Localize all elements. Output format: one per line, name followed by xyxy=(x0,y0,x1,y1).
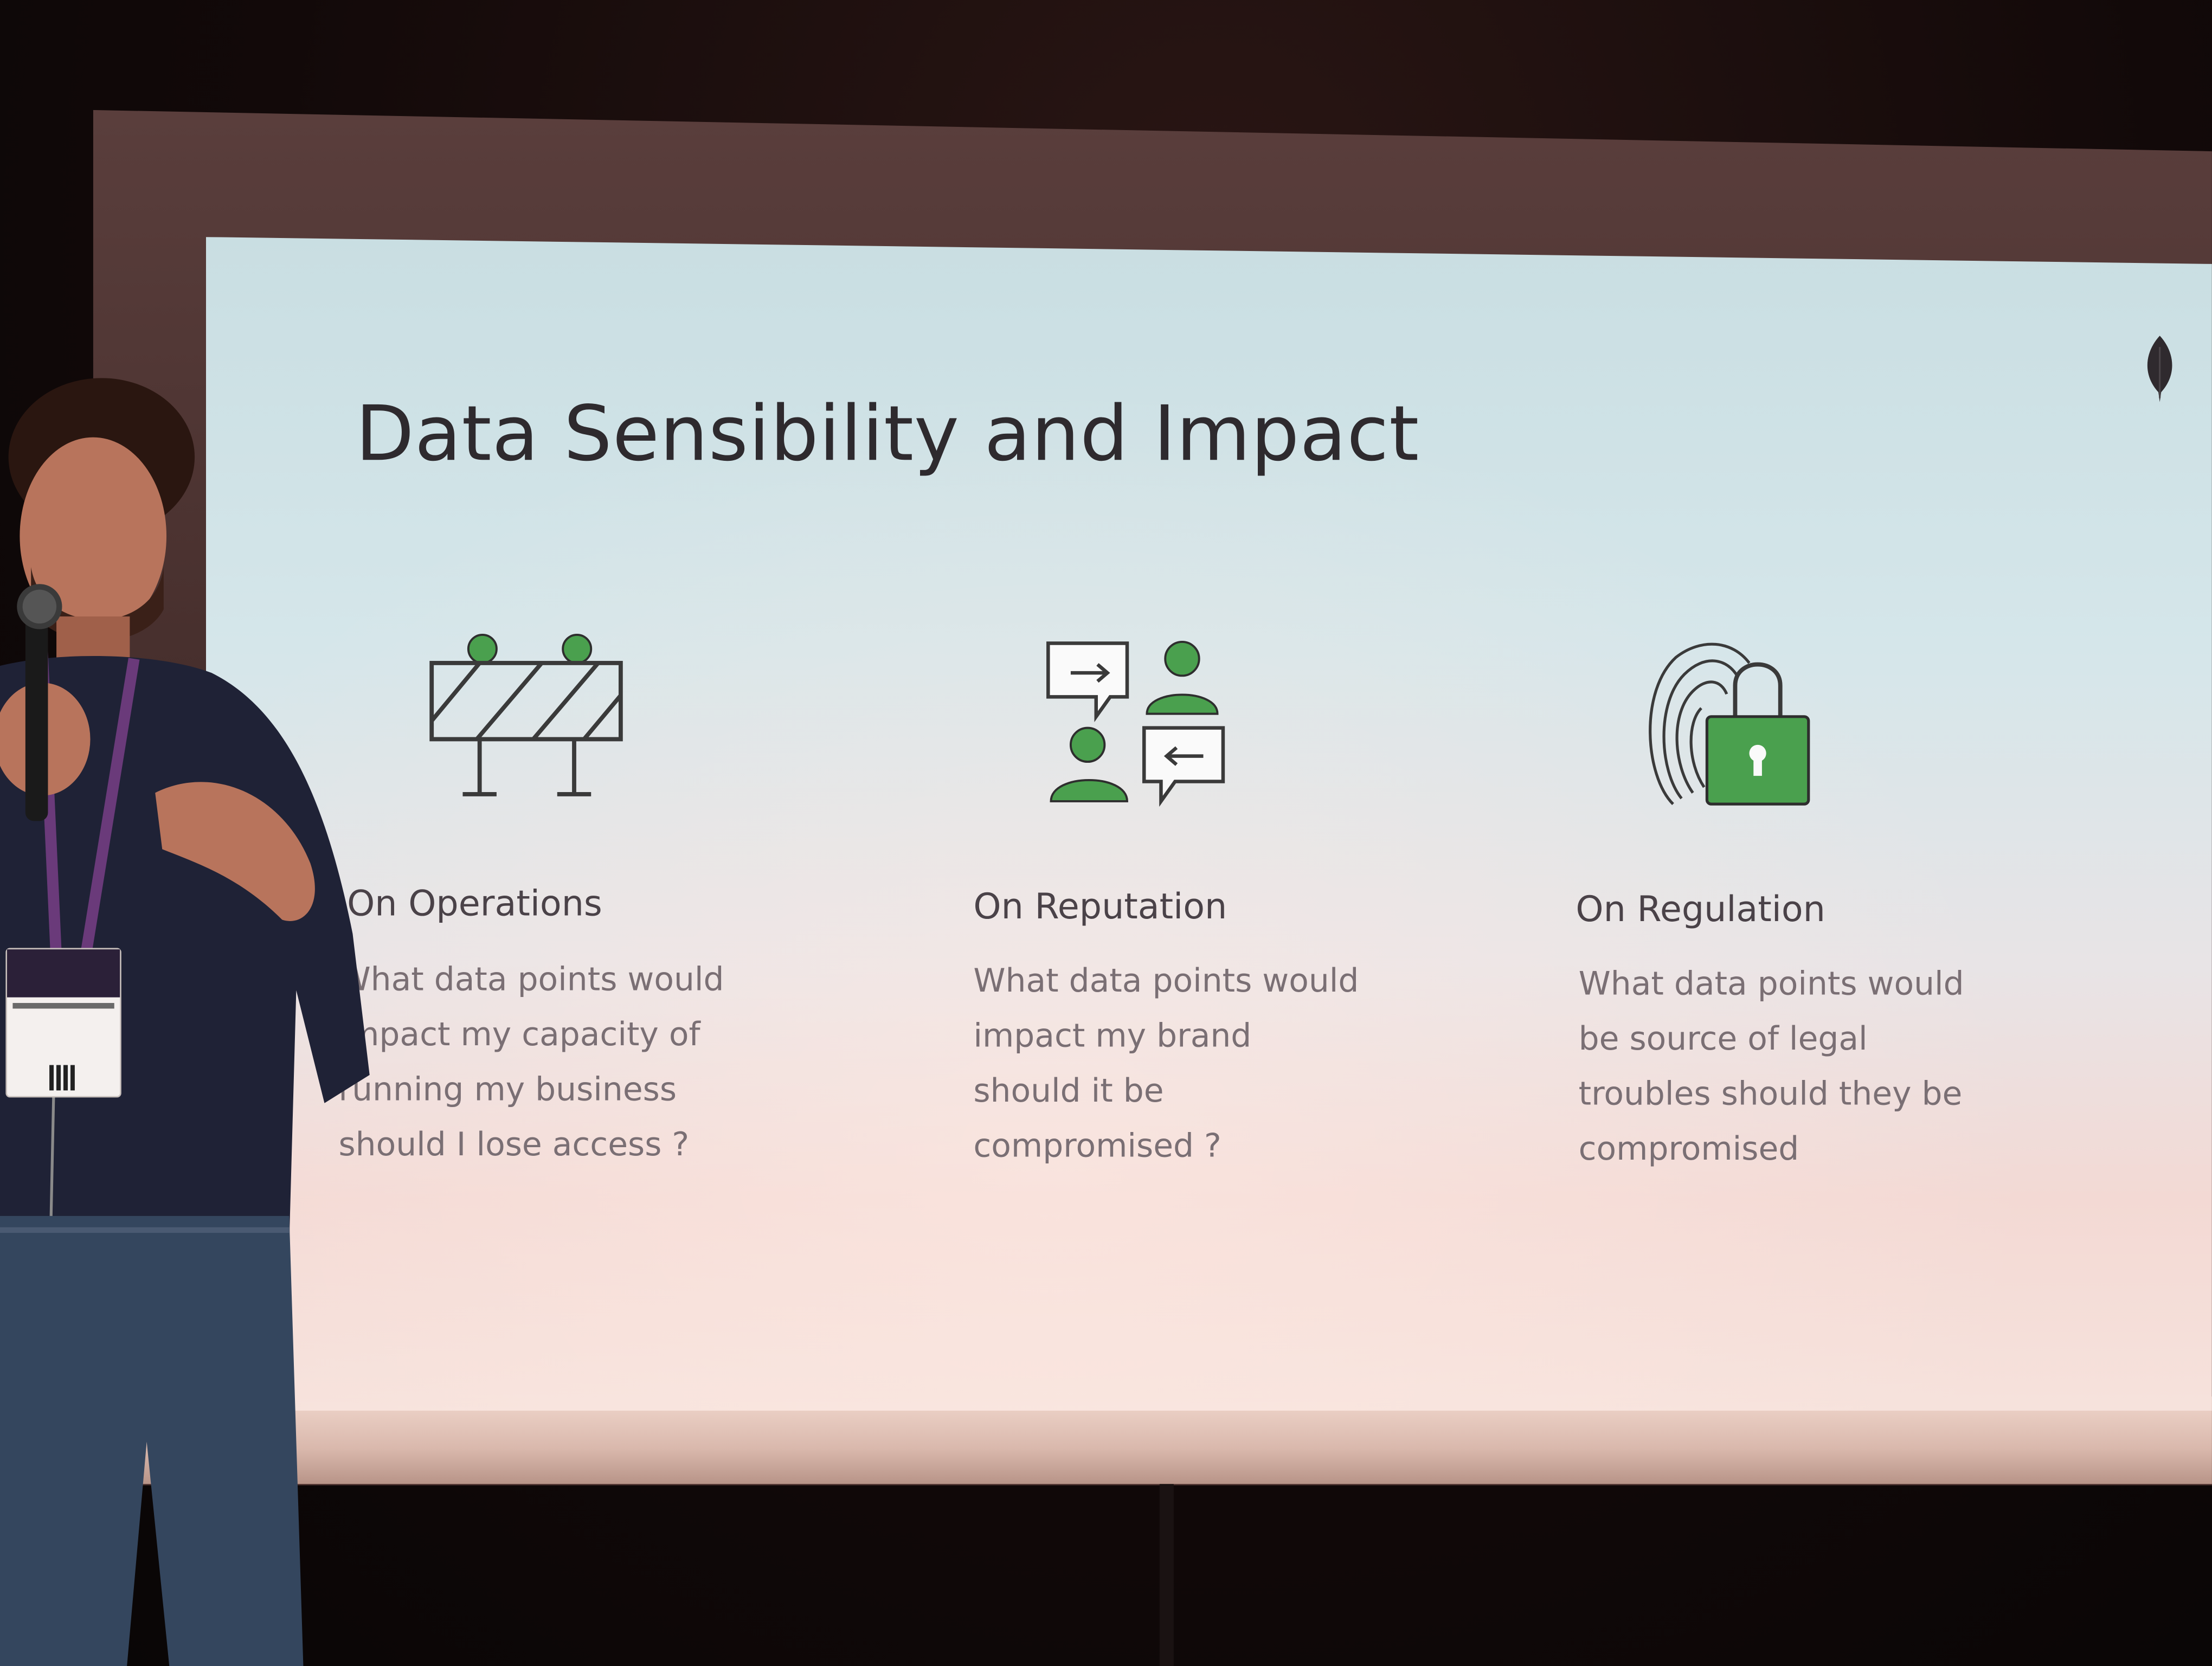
screen-stand-pole xyxy=(1159,1484,1174,1666)
people-exchange-icon xyxy=(1046,640,1225,807)
leaf-logo-icon xyxy=(2147,336,2172,402)
fingerprint-lock-icon xyxy=(1649,642,1810,806)
column-text-operations: What data points would impact my capacit… xyxy=(338,962,724,1164)
column-heading-regulation: On Regulation xyxy=(1576,889,1825,930)
column-heading-reputation: On Reputation xyxy=(973,886,1227,927)
column-text-reputation: What data points would impact my brand s… xyxy=(973,963,1359,1166)
column-text-regulation: What data points would be source of lega… xyxy=(1578,966,1964,1168)
slide-title: Data Sensibility and Impact xyxy=(355,389,1420,479)
qr-code-icon xyxy=(49,1065,75,1091)
barrier-icon xyxy=(429,633,623,796)
photo-scene: Data Sensibility and Impact On Operation… xyxy=(0,0,2212,1666)
conference-badge xyxy=(5,948,121,1098)
